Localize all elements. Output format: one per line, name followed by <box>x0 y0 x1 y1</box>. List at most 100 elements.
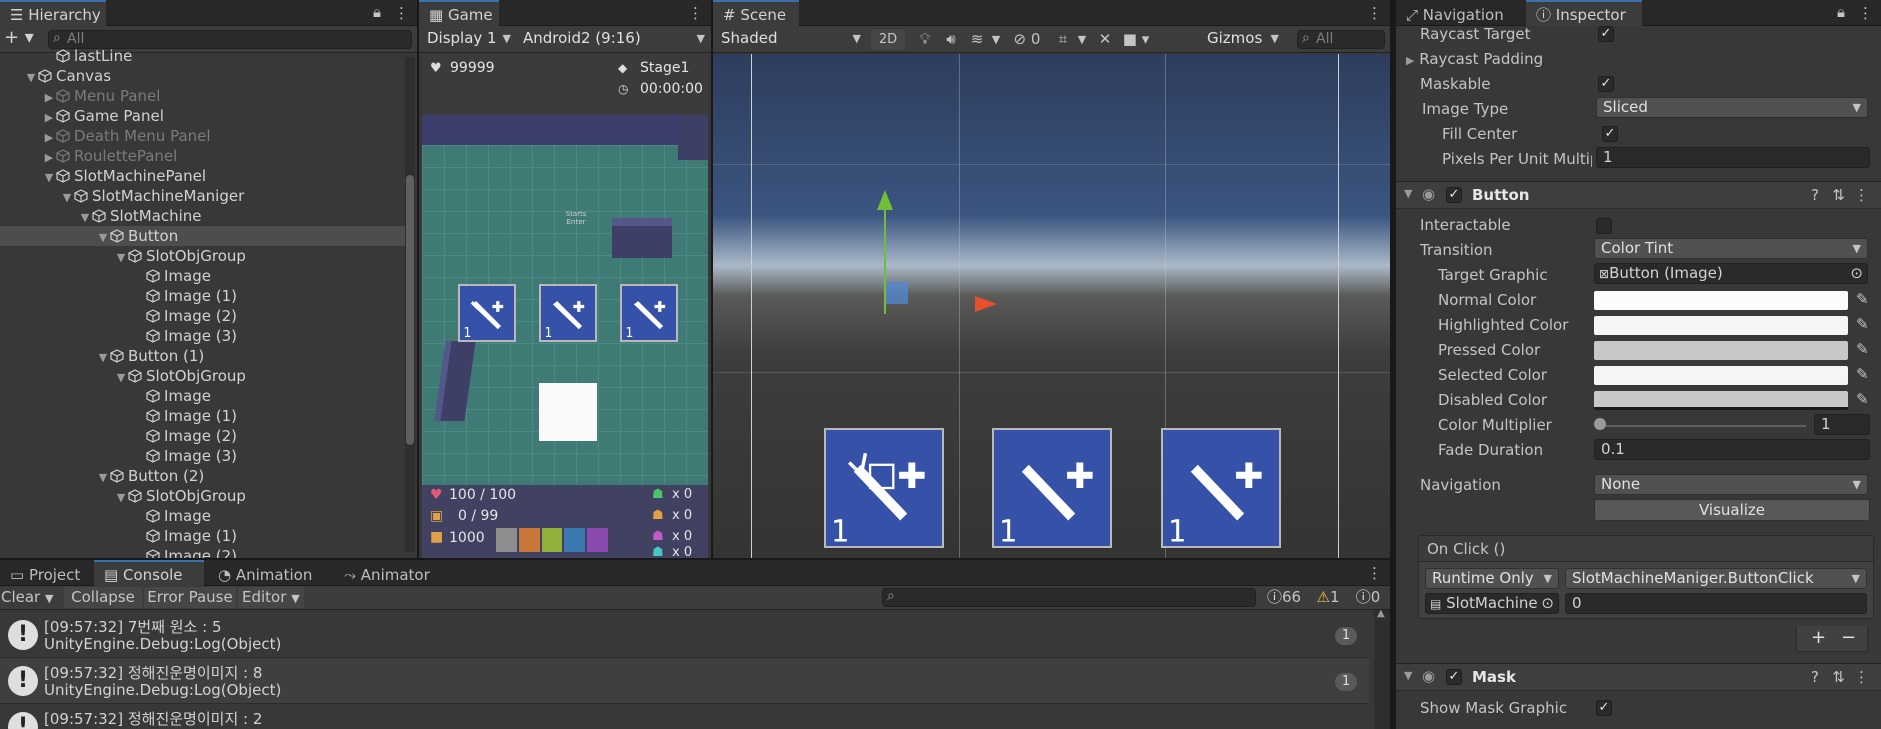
hierarchy-item[interactable]: ▼ SlotMachineManiger <box>0 186 405 206</box>
chevron-right-icon[interactable]: ▶ <box>42 148 56 168</box>
more-options-icon[interactable]: ⋮ <box>1854 186 1869 204</box>
chevron-right-icon[interactable]: ▶ <box>42 88 56 108</box>
color-multiplier-field[interactable]: 1 <box>1814 414 1870 435</box>
runtime-dropdown[interactable]: Runtime Only ▼ <box>1425 568 1559 589</box>
maskable-checkbox[interactable]: ✓ <box>1598 76 1614 92</box>
selected-color-swatch[interactable] <box>1594 366 1848 385</box>
item-slot[interactable] <box>496 528 517 552</box>
hierarchy-item[interactable]: Image <box>0 266 405 286</box>
tools-icon[interactable]: ✕ <box>1093 29 1117 50</box>
eyedropper-icon[interactable]: ✎ <box>1856 340 1869 358</box>
chevron-down-icon[interactable]: ▼ <box>989 29 1003 50</box>
scene-search-input[interactable]: All <box>1297 30 1385 49</box>
hierarchy-item[interactable]: Image (2) <box>0 546 405 558</box>
audio-icon[interactable]: 🔊︎ <box>939 29 963 50</box>
slider-handle[interactable] <box>1594 418 1606 430</box>
fill-center-checkbox[interactable]: ✓ <box>1602 126 1618 142</box>
remove-listener-button[interactable]: − <box>1841 627 1856 648</box>
add-listener-button[interactable]: + <box>1811 627 1826 648</box>
log-entry[interactable]: ! [09:57:32] 정해진운명이미지 : 8 UnityEngine.De… <box>0 658 1369 704</box>
error-pause-button[interactable]: Error Pause <box>144 587 236 608</box>
hierarchy-item[interactable]: Image <box>0 386 405 406</box>
editor-dropdown[interactable]: Editor ▼ <box>238 587 304 608</box>
target-object-field[interactable]: ▤ SlotMachine ⊙ <box>1425 593 1559 614</box>
hierarchy-item[interactable]: ▼ Canvas <box>0 66 405 86</box>
hierarchy-item[interactable]: ▼ SlotObjGroup <box>0 486 405 506</box>
eyedropper-icon[interactable]: ✎ <box>1856 390 1869 408</box>
hierarchy-item[interactable]: ▼ Button (1) <box>0 346 405 366</box>
more-options-icon[interactable]: ⋮ <box>1367 0 1382 26</box>
eyedropper-icon[interactable]: ✎ <box>1856 290 1869 308</box>
help-icon[interactable]: ? <box>1811 186 1819 204</box>
chevron-down-icon[interactable]: ▼ <box>1075 29 1089 50</box>
tab-animator[interactable]: ⤳ Animator <box>334 560 444 586</box>
aspect-dropdown[interactable]: Android2 (9:16) ▼ <box>517 29 711 50</box>
chevron-right-icon[interactable]: ▶ <box>42 128 56 148</box>
gizmo-center[interactable] <box>886 282 908 304</box>
gizmo-x-arrow[interactable] <box>975 296 997 312</box>
tab-navigation[interactable]: ⤢ Navigation <box>1396 0 1524 26</box>
argument-field[interactable]: 0 <box>1565 593 1867 614</box>
warning-filter-toggle[interactable]: ⚠1 <box>1310 587 1346 608</box>
hierarchy-item[interactable]: lastLine <box>0 46 405 66</box>
visualize-button[interactable]: Visualize <box>1594 499 1870 521</box>
pressed-color-swatch[interactable] <box>1594 341 1848 360</box>
chevron-down-icon[interactable]: ▼ <box>96 468 110 488</box>
ppu-field[interactable]: 1 <box>1596 147 1870 168</box>
object-picker-icon[interactable]: ⊙ <box>1850 264 1863 283</box>
hierarchy-item[interactable]: ▼ Button <box>0 226 405 246</box>
mask-component-header[interactable]: ▼ ◉ ✓ Mask ? ⇅ ⋮ <box>1396 663 1881 691</box>
hierarchy-item[interactable]: ▼ SlotMachine <box>0 206 405 226</box>
hierarchy-item[interactable]: ▶ RoulettePanel <box>0 146 405 166</box>
hierarchy-item[interactable]: Image (3) <box>0 446 405 466</box>
hierarchy-item[interactable]: ▶ Menu Panel <box>0 86 405 106</box>
chevron-down-icon[interactable]: ▼ <box>114 368 128 388</box>
color-multiplier-slider[interactable] <box>1598 425 1806 427</box>
chevron-right-icon[interactable]: ▶ <box>42 108 56 128</box>
hierarchy-scroll-thumb[interactable] <box>406 175 414 445</box>
log-filter-toggle[interactable]: ⓘ66 <box>1262 587 1306 608</box>
log-entry[interactable]: ! [09:57:32] 정해진운명이미지 : 2 <box>0 704 1369 729</box>
tab-project[interactable]: ▭ Project <box>0 560 92 586</box>
game-slot-1[interactable]: 1 <box>458 284 516 342</box>
image-type-dropdown[interactable]: Sliced ▼ <box>1596 97 1868 118</box>
object-picker-icon[interactable]: ⊙ <box>1541 594 1554 613</box>
hierarchy-item[interactable]: ▼ SlotObjGroup <box>0 366 405 386</box>
item-slot[interactable] <box>518 528 540 552</box>
hierarchy-item[interactable]: Image (1) <box>0 286 405 306</box>
help-icon[interactable]: ? <box>1811 668 1819 686</box>
chevron-down-icon[interactable]: ▼ <box>96 348 110 368</box>
more-options-icon[interactable]: ⋮ <box>1854 668 1869 686</box>
raycast-padding-foldout[interactable]: ▶ Raycast Padding <box>1406 50 1543 68</box>
tab-console[interactable]: ▤ Console <box>94 560 204 586</box>
console-search-input[interactable] <box>882 588 1256 607</box>
tab-animation[interactable]: ◔ Animation <box>208 560 332 586</box>
target-graphic-field[interactable]: ⊠Button (Image) ⊙ <box>1594 263 1868 284</box>
eyedropper-icon[interactable]: ✎ <box>1856 315 1869 333</box>
more-options-icon[interactable]: ⋮ <box>688 0 703 26</box>
clear-button[interactable]: Clear ▼ <box>0 587 62 608</box>
lighting-icon[interactable]: 💡︎ <box>913 29 937 50</box>
eyedropper-icon[interactable]: ✎ <box>1856 365 1869 383</box>
hierarchy-item[interactable]: ▶ Death Menu Panel <box>0 126 405 146</box>
camera-icon[interactable]: ■ ▾ <box>1119 29 1153 50</box>
button-enabled-checkbox[interactable]: ✓ <box>1446 187 1462 203</box>
fade-duration-field[interactable]: 0.1 <box>1594 439 1870 460</box>
disabled-color-swatch[interactable] <box>1594 391 1848 410</box>
game-viewport[interactable]: Starts Enter 1 1 1 ♥ 99999 ◆ Stage1 ◷ 00… <box>422 55 708 558</box>
more-options-icon[interactable]: ⋮ <box>394 0 409 26</box>
chevron-down-icon[interactable]: ▼ <box>24 68 38 88</box>
tab-scene[interactable]: # Scene <box>713 0 799 26</box>
button-component-header[interactable]: ▼ ◉ ✓ Button ? ⇅ ⋮ <box>1396 181 1881 209</box>
item-slot[interactable] <box>564 528 586 552</box>
chevron-down-icon[interactable]: ▼ <box>42 168 56 188</box>
scene-slot-1[interactable]: 1 <box>824 428 944 548</box>
transition-dropdown[interactable]: Color Tint ▼ <box>1594 238 1868 259</box>
2d-toggle[interactable]: 2D <box>871 29 905 50</box>
hierarchy-item[interactable]: Image (3) <box>0 326 405 346</box>
hierarchy-item[interactable]: ▶ Game Panel <box>0 106 405 126</box>
gizmo-y-arrow[interactable] <box>877 190 893 210</box>
hierarchy-item[interactable]: ▼ Button (2) <box>0 466 405 486</box>
navigation-dropdown[interactable]: None ▼ <box>1594 474 1868 495</box>
add-button[interactable]: + ▾ <box>4 27 34 48</box>
